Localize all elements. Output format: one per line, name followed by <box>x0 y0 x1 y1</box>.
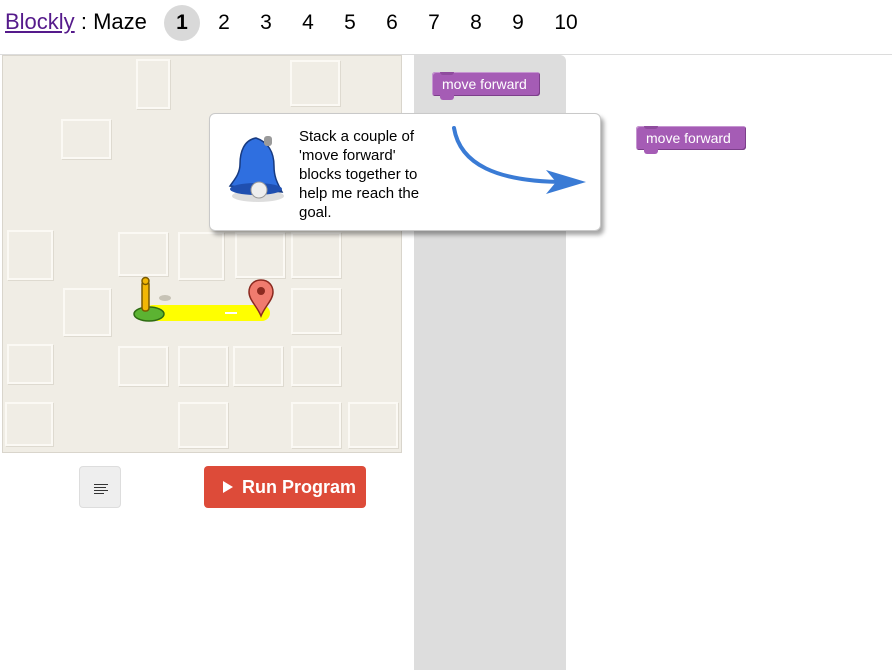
maze-wall-tile <box>235 232 285 278</box>
curved-arrow-icon <box>452 126 586 194</box>
level-3[interactable]: 3 <box>248 5 284 41</box>
maze-wall-tile <box>290 60 340 106</box>
block-label: move forward <box>442 76 527 92</box>
header-bar: Blockly : Maze 1 2 3 4 5 6 7 8 9 10 <box>0 0 892 54</box>
maze-wall-tile <box>7 230 53 280</box>
toolbox-block-move-forward[interactable]: move forward <box>432 72 540 100</box>
workspace-block-move-forward[interactable]: move forward <box>636 126 746 154</box>
maze-wall-tile <box>233 346 283 386</box>
maze-wall-tile <box>63 288 111 336</box>
maze-wall-tile <box>118 232 168 276</box>
maze-wall-tile <box>178 232 224 280</box>
maze-wall-tile <box>118 346 168 386</box>
level-4[interactable]: 4 <box>290 5 326 41</box>
level-6[interactable]: 6 <box>374 5 410 41</box>
maze-wall-tile <box>291 232 341 278</box>
block-tab <box>644 149 658 154</box>
level-5[interactable]: 5 <box>332 5 368 41</box>
maze-wall-tile <box>291 402 341 448</box>
level-9[interactable]: 9 <box>500 5 536 41</box>
bell-icon <box>228 136 284 202</box>
run-program-button[interactable]: Run Program <box>204 466 366 508</box>
block-notch <box>440 72 454 75</box>
game-name: Maze <box>93 9 147 34</box>
path-marker <box>225 312 237 314</box>
maze-wall-tile <box>178 402 228 448</box>
maze-wall-tile <box>178 346 228 386</box>
maze-wall-tile <box>136 59 170 109</box>
level-8[interactable]: 8 <box>458 5 494 41</box>
run-program-label: Run Program <box>242 477 357 497</box>
maze-wall-tile <box>348 402 398 448</box>
maze-wall-tile <box>61 119 111 159</box>
level-2[interactable]: 2 <box>206 5 242 41</box>
play-icon <box>223 481 233 493</box>
maze-wall-tile <box>7 344 53 384</box>
pegman-start-icon <box>133 276 171 322</box>
block-notch <box>644 126 658 129</box>
maze-wall-tile <box>291 288 341 334</box>
block-tab <box>440 95 454 100</box>
page-title: Blockly : Maze <box>5 9 147 35</box>
hint-dialog: Stack a couple of 'move forward' blocks … <box>209 113 601 231</box>
blockly-workspace[interactable]: move forward <box>566 55 892 670</box>
maze-wall-tile <box>291 346 341 386</box>
show-code-button[interactable] <box>79 466 121 508</box>
level-1[interactable]: 1 <box>164 5 200 41</box>
level-10[interactable]: 10 <box>548 5 584 41</box>
hint-text: Stack a couple of 'move forward' blocks … <box>299 128 420 221</box>
level-7[interactable]: 7 <box>416 5 452 41</box>
blockly-link[interactable]: Blockly <box>5 9 75 34</box>
maze-wall-tile <box>5 402 53 446</box>
map-marker-goal-icon <box>248 279 274 318</box>
block-label: move forward <box>646 130 731 146</box>
title-separator: : <box>80 9 87 34</box>
